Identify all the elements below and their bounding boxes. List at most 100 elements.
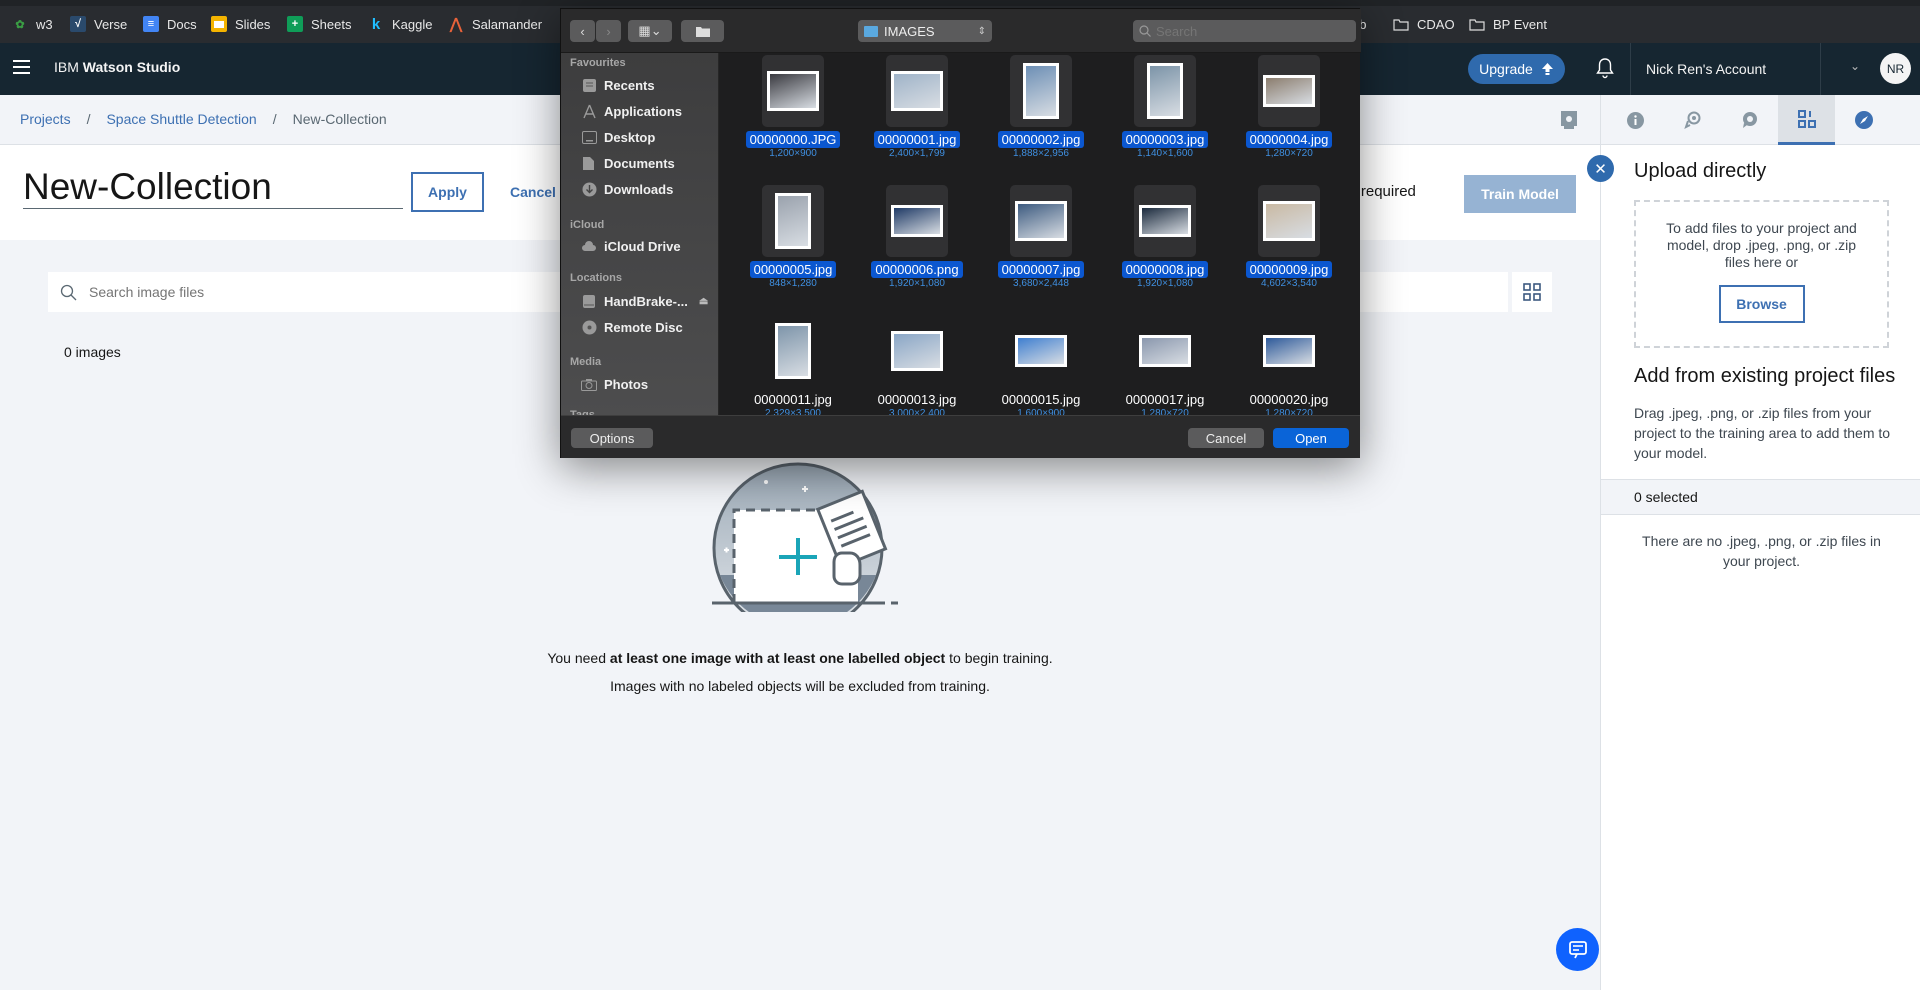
divider xyxy=(1630,43,1631,95)
avatar[interactable]: NR xyxy=(1880,53,1911,84)
sidebar-item-recents[interactable]: Recents xyxy=(581,75,655,95)
file-item[interactable]: 00000013.jpg 3,000×2,400 xyxy=(855,315,979,415)
bookmark-slides[interactable]: Slides xyxy=(211,14,270,34)
chat-support-button[interactable] xyxy=(1556,928,1599,971)
bookmark-folder-bp-event[interactable]: BP Event xyxy=(1469,14,1547,34)
image-thumbnail xyxy=(891,205,943,237)
file-name: 00000011.jpg xyxy=(754,392,832,407)
bee-icon: ✿ xyxy=(15,18,25,31)
upgrade-button[interactable]: Upgrade xyxy=(1468,54,1565,84)
tab-assets-grid[interactable] xyxy=(1778,95,1835,145)
file-item[interactable]: 00000015.jpg 1,600×900 xyxy=(979,315,1103,415)
folder-path-popup[interactable]: IMAGES ⇕ xyxy=(858,20,992,42)
file-item[interactable]: 00000007.jpg 3,680×2,448 xyxy=(979,185,1103,315)
file-item[interactable]: 00000009.jpg 4,602×3,540 xyxy=(1227,185,1351,315)
tab-info[interactable] xyxy=(1607,95,1664,145)
image-thumbnail xyxy=(1147,63,1183,119)
tab-data-assets[interactable] xyxy=(1540,95,1597,145)
bookmark-verse[interactable]: √ Verse xyxy=(70,14,127,34)
app-brand[interactable]: IBM Watson Studio xyxy=(54,59,180,75)
browse-button[interactable]: Browse xyxy=(1718,285,1805,323)
bookmark-docs[interactable]: ≡ Docs xyxy=(143,14,197,34)
camera-icon xyxy=(581,376,597,392)
file-thumbnail-frame xyxy=(1258,55,1320,127)
file-dimensions: 848×1,280 xyxy=(769,278,817,289)
new-folder-button[interactable] xyxy=(681,20,724,42)
bookmark-sheets[interactable]: + Sheets xyxy=(287,14,351,34)
file-item[interactable]: 00000008.jpg 1,920×1,080 xyxy=(1103,185,1227,315)
file-dimensions: 3,680×2,448 xyxy=(1013,278,1069,289)
grid-view-button[interactable] xyxy=(1512,272,1552,312)
bookmark-salamander[interactable]: ⋀ Salamander xyxy=(448,14,542,34)
cancel-button[interactable]: Cancel xyxy=(510,184,556,200)
sidebar-item-photos[interactable]: Photos xyxy=(581,374,648,394)
bookmark-kaggle[interactable]: k Kaggle xyxy=(368,14,433,34)
file-name: 00000020.jpg xyxy=(1249,392,1329,407)
view-mode-button[interactable]: ▦⌄ xyxy=(628,20,672,42)
open-button[interactable]: Open xyxy=(1273,428,1349,448)
apply-button[interactable]: Apply xyxy=(411,172,484,212)
chevron-down-icon[interactable]: ⌄ xyxy=(1850,59,1860,73)
bookmark-folder-cdao[interactable]: CDAO xyxy=(1393,14,1455,34)
train-model-button[interactable]: Train Model xyxy=(1464,175,1576,213)
file-name: 00000002.jpg xyxy=(979,131,1103,148)
sidebar-item-documents[interactable]: Documents xyxy=(581,153,675,173)
file-item[interactable]: 00000004.jpg 1,280×720 xyxy=(1227,55,1351,185)
file-thumbnail-frame xyxy=(762,55,824,127)
file-item[interactable]: 00000002.jpg 1,888×2,956 xyxy=(979,55,1103,185)
file-thumbnail-frame xyxy=(762,185,824,257)
file-thumbnail-frame xyxy=(1258,185,1320,257)
sidebar-item-applications[interactable]: Applications xyxy=(581,101,682,121)
image-thumbnail xyxy=(1139,205,1191,237)
account-switcher[interactable]: Nick Ren's Account xyxy=(1646,61,1766,77)
forward-button[interactable]: › xyxy=(596,20,621,42)
dialog-cancel-button[interactable]: Cancel xyxy=(1188,428,1264,448)
file-item[interactable]: 00000017.jpg 1,280×720 xyxy=(1103,315,1227,415)
file-item[interactable]: 00000001.jpg 2,400×1,799 xyxy=(855,55,979,185)
dialog-search-field[interactable] xyxy=(1133,20,1356,42)
breadcrumb-projects[interactable]: Projects xyxy=(20,111,71,127)
notification-bell-icon[interactable] xyxy=(1595,57,1615,79)
sidebar-item-desktop[interactable]: Desktop xyxy=(581,127,655,147)
file-name: 00000000.JPG xyxy=(731,131,855,148)
back-button[interactable]: ‹ xyxy=(570,20,595,42)
tab-comments[interactable] xyxy=(1721,95,1778,145)
file-item[interactable]: 00000006.png 1,920×1,080 xyxy=(855,185,979,315)
file-item[interactable]: 00000011.jpg 2,329×3,500 xyxy=(731,315,855,415)
file-drop-zone[interactable]: To add files to your project and model, … xyxy=(1634,200,1889,348)
file-thumbnail-frame xyxy=(1134,185,1196,257)
options-button[interactable]: Options xyxy=(571,428,653,448)
tab-history[interactable] xyxy=(1664,95,1721,145)
file-item[interactable]: 00000000.JPG 1,200×900 xyxy=(731,55,855,185)
existing-files-description: Drag .jpeg, .png, or .zip files from you… xyxy=(1634,405,1891,461)
sidebar-item-handbrake[interactable]: HandBrake-... ⏏ xyxy=(581,291,708,311)
empty-state-note: Images with no labeled objects will be e… xyxy=(610,678,990,694)
collection-name-input[interactable]: New-Collection xyxy=(23,167,403,209)
recents-icon xyxy=(581,77,597,93)
sidebar-item-downloads[interactable]: Downloads xyxy=(581,179,673,199)
file-item[interactable]: 00000003.jpg 1,140×1,600 xyxy=(1103,55,1227,185)
file-item[interactable]: 00000020.jpg 1,280×720 xyxy=(1227,315,1351,415)
documents-icon xyxy=(581,155,597,171)
image-thumbnail xyxy=(767,71,819,111)
sidebar-item-label: iCloud Drive xyxy=(604,238,681,254)
folder-icon xyxy=(1469,18,1485,31)
close-panel-button[interactable]: ✕ xyxy=(1587,155,1614,182)
breadcrumb-project[interactable]: Space Shuttle Detection xyxy=(106,111,256,127)
eject-icon[interactable]: ⏏ xyxy=(699,296,708,307)
bookmark-w3[interactable]: ✿ w3 xyxy=(12,14,52,34)
dialog-search-input[interactable] xyxy=(1156,23,1336,39)
sidebar-item-icloud-drive[interactable]: iCloud Drive xyxy=(581,236,681,256)
file-item[interactable]: 00000005.jpg 848×1,280 xyxy=(731,185,855,315)
chevron-left-icon: ‹ xyxy=(580,23,585,39)
folder-icon xyxy=(1393,18,1409,31)
image-thumbnail xyxy=(775,193,811,249)
comments-icon xyxy=(1743,112,1757,128)
sidebar-item-label: Documents xyxy=(604,155,675,171)
hamburger-menu-icon[interactable] xyxy=(13,60,30,74)
file-dimensions: 1,920×1,080 xyxy=(1137,278,1193,289)
tab-explore[interactable] xyxy=(1835,95,1892,145)
sidebar-section-favourites: Favourites xyxy=(570,57,626,69)
sidebar-item-remote-disc[interactable]: Remote Disc xyxy=(581,317,683,337)
